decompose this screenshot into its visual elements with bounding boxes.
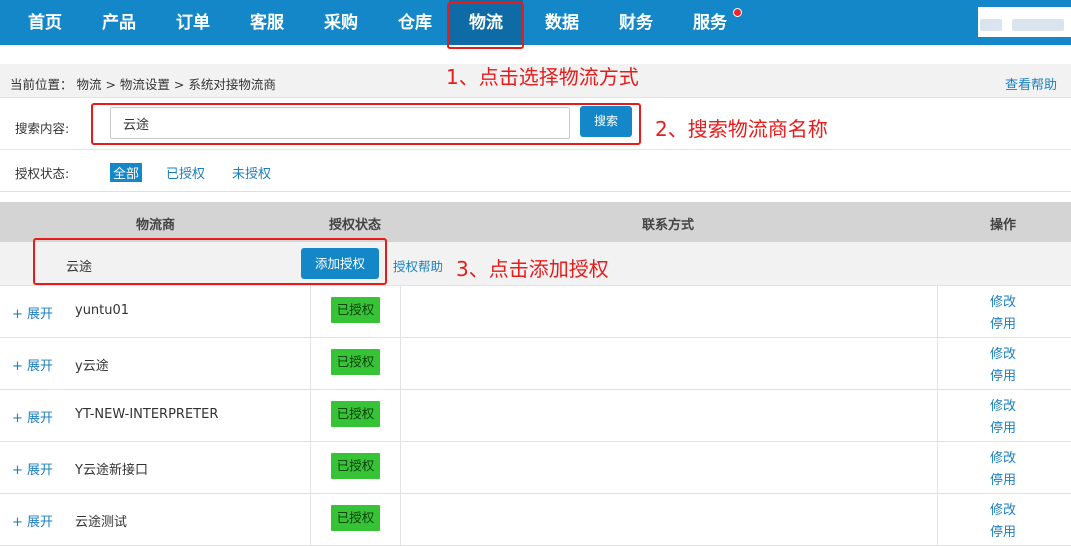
expand-link[interactable]: + 展开: [12, 459, 53, 478]
expand-link[interactable]: + 展开: [12, 407, 53, 426]
expand-link[interactable]: + 展开: [12, 511, 53, 530]
top-nav: 首页 产品 订单 客服 采购 仓库 物流 数据 财务 服务: [0, 0, 1071, 45]
annotation-step-2: 2、搜索物流商名称: [655, 117, 828, 141]
disable-link[interactable]: 停用: [990, 469, 1016, 488]
auth-status-filter: 授权状态: 全部 已授权 未授权: [0, 150, 1071, 192]
search-label: 搜索内容:: [15, 121, 70, 136]
filter-unauthorized[interactable]: 未授权: [232, 163, 271, 182]
column-header-auth-status: 授权状态: [329, 218, 382, 233]
edit-link[interactable]: 修改: [990, 291, 1016, 310]
edit-link[interactable]: 修改: [990, 395, 1016, 414]
account-name: yuntu01: [75, 303, 130, 318]
table-header: 物流商 授权状态 联系方式 操作: [0, 202, 1071, 242]
nav-item-warehouse[interactable]: 仓库: [384, 0, 446, 45]
table-row: + 展开 云途测试 已授权 修改 停用: [0, 494, 1071, 546]
disable-link[interactable]: 停用: [990, 313, 1016, 332]
nav-item-home[interactable]: 首页: [14, 0, 76, 45]
disable-link[interactable]: 停用: [990, 521, 1016, 540]
user-avatar-placeholder: [980, 19, 1002, 31]
auth-status-label: 授权状态:: [15, 166, 70, 181]
expand-link[interactable]: + 展开: [12, 355, 53, 374]
annotation-step-3: 3、点击添加授权: [456, 257, 609, 281]
user-name-placeholder: [1012, 19, 1064, 31]
status-badge: 已授权: [331, 349, 380, 375]
user-area[interactable]: [978, 7, 1071, 37]
status-badge: 已授权: [331, 401, 380, 427]
column-header-contact: 联系方式: [642, 218, 695, 233]
nav-item-services[interactable]: 服务: [679, 0, 741, 45]
highlight-box-add-authorization: [33, 238, 387, 285]
edit-link[interactable]: 修改: [990, 447, 1016, 466]
account-name: y云途: [75, 359, 109, 374]
column-header-carrier: 物流商: [136, 218, 176, 233]
edit-link[interactable]: 修改: [990, 343, 1016, 362]
disable-link[interactable]: 停用: [990, 365, 1016, 384]
nav-item-purchasing[interactable]: 采购: [310, 0, 372, 45]
nav-item-customer-service[interactable]: 客服: [236, 0, 298, 45]
filter-all[interactable]: 全部: [110, 163, 143, 182]
account-name: Y云途新接口: [75, 463, 148, 478]
highlight-box-search: [91, 103, 641, 145]
nav-item-orders[interactable]: 订单: [162, 0, 224, 45]
account-name: YT-NEW-INTERPRETER: [75, 407, 219, 422]
highlight-box-logistics: [447, 2, 524, 49]
disable-link[interactable]: 停用: [990, 417, 1016, 436]
status-badge: 已授权: [331, 297, 380, 323]
nav-item-products[interactable]: 产品: [88, 0, 150, 45]
edit-link[interactable]: 修改: [990, 499, 1016, 518]
filter-authorized[interactable]: 已授权: [166, 163, 205, 182]
account-name: 云途测试: [75, 515, 128, 530]
status-badge: 已授权: [331, 505, 380, 531]
authorization-help-link[interactable]: 授权帮助: [393, 256, 443, 275]
nav-item-finance[interactable]: 财务: [605, 0, 667, 45]
table-row: + 展开 y云途 已授权 修改 停用: [0, 338, 1071, 390]
breadcrumb: 当前位置： 物流 > 物流设置 > 系统对接物流商: [10, 77, 276, 92]
annotation-step-1: 1、点击选择物流方式: [446, 65, 639, 89]
nav-item-data[interactable]: 数据: [531, 0, 593, 45]
expand-link[interactable]: + 展开: [12, 303, 53, 322]
table-row: + 展开 yuntu01 已授权 修改 停用: [0, 286, 1071, 338]
table-row: + 展开 Y云途新接口 已授权 修改 停用: [0, 442, 1071, 494]
help-link[interactable]: 查看帮助: [1005, 74, 1057, 93]
notification-dot: [733, 8, 742, 17]
status-badge: 已授权: [331, 453, 380, 479]
column-header-actions: 操作: [990, 218, 1017, 233]
table-row: + 展开 YT-NEW-INTERPRETER 已授权 修改 停用: [0, 390, 1071, 442]
